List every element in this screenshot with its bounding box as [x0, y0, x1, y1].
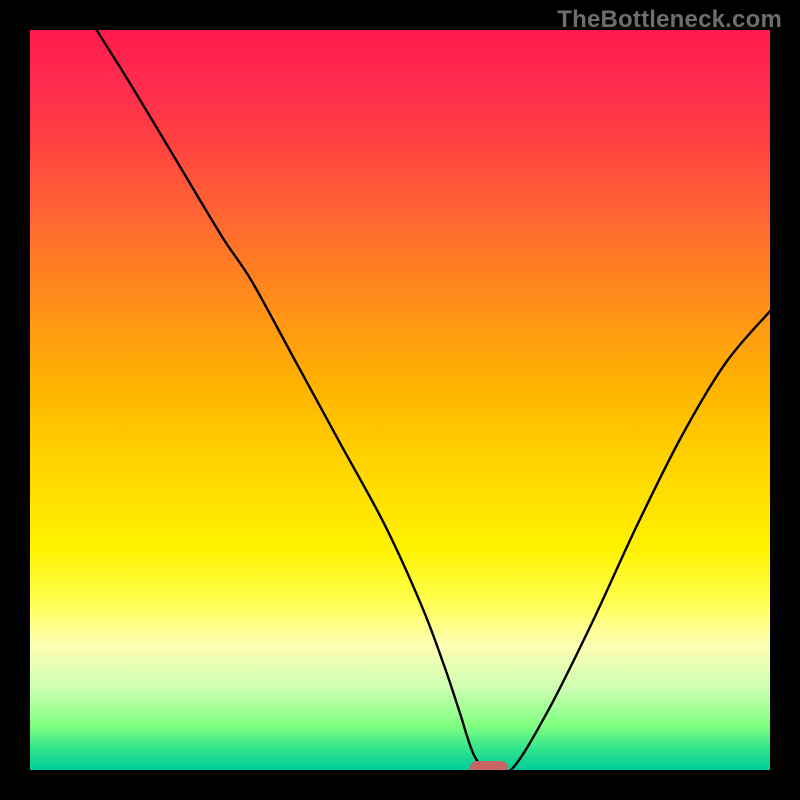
plot-area — [30, 30, 770, 770]
watermark-text: TheBottleneck.com — [557, 6, 782, 34]
bottleneck-curve — [97, 30, 770, 770]
curve-layer — [30, 30, 770, 770]
chart-frame: TheBottleneck.com — [0, 0, 800, 800]
optimal-point-marker — [470, 761, 508, 770]
